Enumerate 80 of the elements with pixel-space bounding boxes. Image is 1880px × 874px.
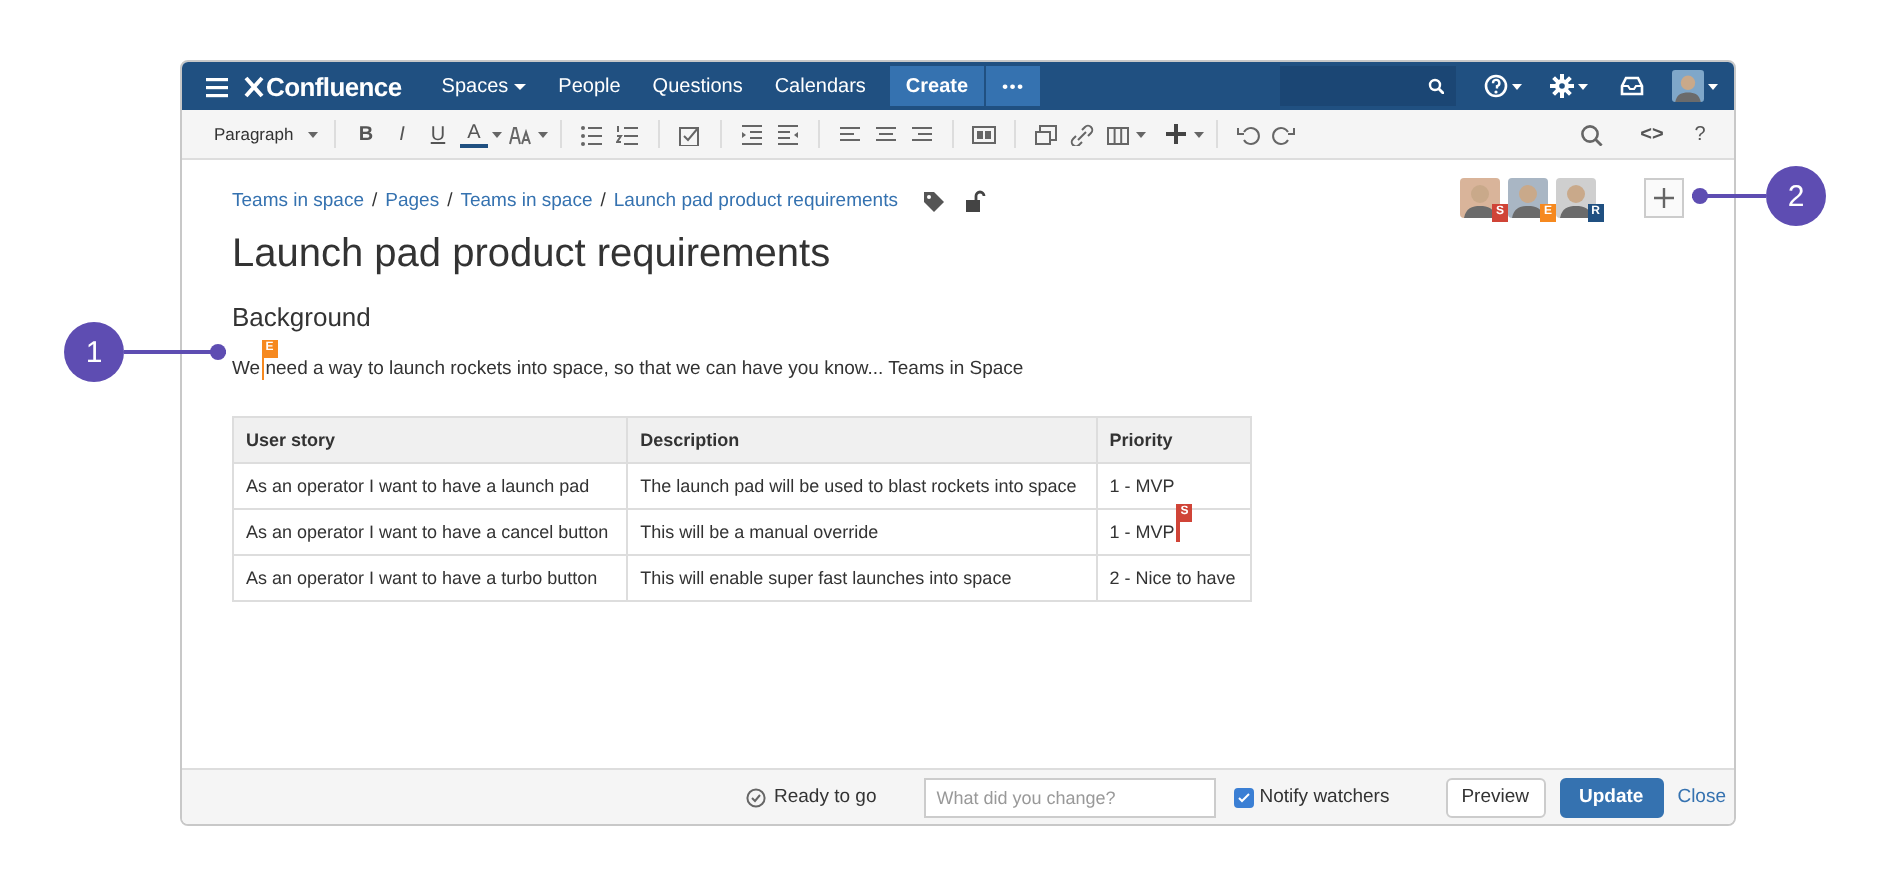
checkbox-label[interactable]: Notify watchers <box>1259 786 1390 808</box>
breadcrumb-link[interactable]: Launch pad product requirements <box>613 189 898 211</box>
more-button[interactable]: ••• <box>986 66 1041 106</box>
logo-text[interactable]: Confluence <box>266 71 402 101</box>
status-text: Ready to go <box>774 786 877 808</box>
settings-icon[interactable] <box>1550 74 1574 98</box>
column-header: Description <box>627 417 1097 463</box>
source-editor-button[interactable]: <> <box>1638 118 1666 150</box>
inbox-icon[interactable] <box>1620 76 1644 96</box>
menu-icon[interactable] <box>206 75 228 97</box>
checkmark-icon <box>746 787 766 807</box>
user-avatar <box>1508 178 1548 218</box>
leader-line <box>1692 188 1766 204</box>
bold-button[interactable]: B <box>352 118 380 150</box>
breadcrumb-separator: / <box>372 189 378 211</box>
bullet-list-icon[interactable] <box>580 123 604 145</box>
indent-icon[interactable] <box>776 123 800 145</box>
section-heading[interactable]: Background <box>232 300 1684 336</box>
column-header: User story <box>233 417 628 463</box>
user-avatar <box>1460 178 1500 218</box>
search-field[interactable] <box>1280 66 1456 106</box>
italic-button[interactable]: I <box>388 118 416 150</box>
nav-link[interactable]: Calendars <box>758 75 882 97</box>
text-color-button[interactable]: A <box>460 120 488 148</box>
caret-icon <box>492 131 502 137</box>
redo-icon[interactable] <box>1272 123 1296 145</box>
layout-icon[interactable] <box>972 123 996 145</box>
nav-link[interactable]: People <box>542 75 637 97</box>
nav-link[interactable]: Questions <box>636 75 759 97</box>
underline-button[interactable]: U <box>424 118 452 150</box>
search-icon[interactable] <box>1580 123 1604 145</box>
link-icon[interactable] <box>1070 123 1094 145</box>
callout-marker: 1 <box>64 322 124 382</box>
breadcrumb-link[interactable]: Teams in space <box>232 189 365 211</box>
breadcrumb-link[interactable]: Teams in space <box>460 189 593 211</box>
table-cell[interactable]: 1 - MVP <box>1109 476 1175 496</box>
create-button[interactable]: Create <box>889 66 985 106</box>
align-center-icon[interactable] <box>874 124 898 144</box>
tag-icon[interactable] <box>921 189 944 211</box>
outdent-icon[interactable] <box>740 123 764 145</box>
align-left-icon[interactable] <box>838 124 862 144</box>
undo-icon[interactable] <box>1236 123 1260 145</box>
insert-icon[interactable] <box>1164 122 1188 146</box>
preview-button[interactable]: Preview <box>1445 777 1545 817</box>
caret-icon <box>538 131 548 137</box>
insert-image-icon[interactable] <box>1034 123 1058 145</box>
caret-icon <box>1194 131 1204 137</box>
caret-icon <box>1512 83 1522 89</box>
style-dropdown[interactable]: Paragraph <box>214 118 318 150</box>
task-list-icon[interactable] <box>678 123 702 145</box>
checkbox[interactable] <box>1233 787 1254 807</box>
column-header: Priority <box>1096 417 1251 463</box>
leader-line <box>124 344 226 360</box>
close-link[interactable]: Close <box>1677 786 1726 808</box>
paragraph-text[interactable]: We need a way to launch rockets into space, so that we can have you know... Teams in Space <box>232 356 1024 384</box>
numbered-list-icon[interactable] <box>616 123 640 145</box>
breadcrumb-separator: / <box>447 189 453 211</box>
breadcrumb-link[interactable]: Pages <box>385 189 440 211</box>
help-icon[interactable] <box>1484 74 1508 98</box>
align-right-icon[interactable] <box>910 124 934 144</box>
callout-marker: 2 <box>1766 166 1826 226</box>
add-collaborator-button[interactable] <box>1644 178 1684 218</box>
lock-icon[interactable] <box>963 189 986 211</box>
search-icon <box>1428 78 1444 94</box>
help-button[interactable]: ? <box>1686 118 1714 150</box>
logo-icon <box>244 74 264 98</box>
plus-icon <box>1654 188 1674 208</box>
comment-field[interactable]: What did you change? <box>924 777 1216 817</box>
user-avatar <box>1556 178 1596 218</box>
caret-icon <box>308 131 318 137</box>
table-icon[interactable] <box>1106 123 1130 145</box>
update-button[interactable]: Update <box>1559 777 1664 817</box>
breadcrumb-separator: / <box>600 189 606 211</box>
page-title[interactable]: Launch pad product requirements <box>232 228 1684 280</box>
table-cell[interactable]: 1 - MVP <box>1109 522 1175 542</box>
caret-icon <box>1136 131 1146 137</box>
caret-icon <box>1578 83 1588 89</box>
font-size-icon[interactable] <box>508 123 532 145</box>
nav-link[interactable]: Spaces <box>425 75 543 97</box>
caret-icon <box>1708 83 1718 89</box>
